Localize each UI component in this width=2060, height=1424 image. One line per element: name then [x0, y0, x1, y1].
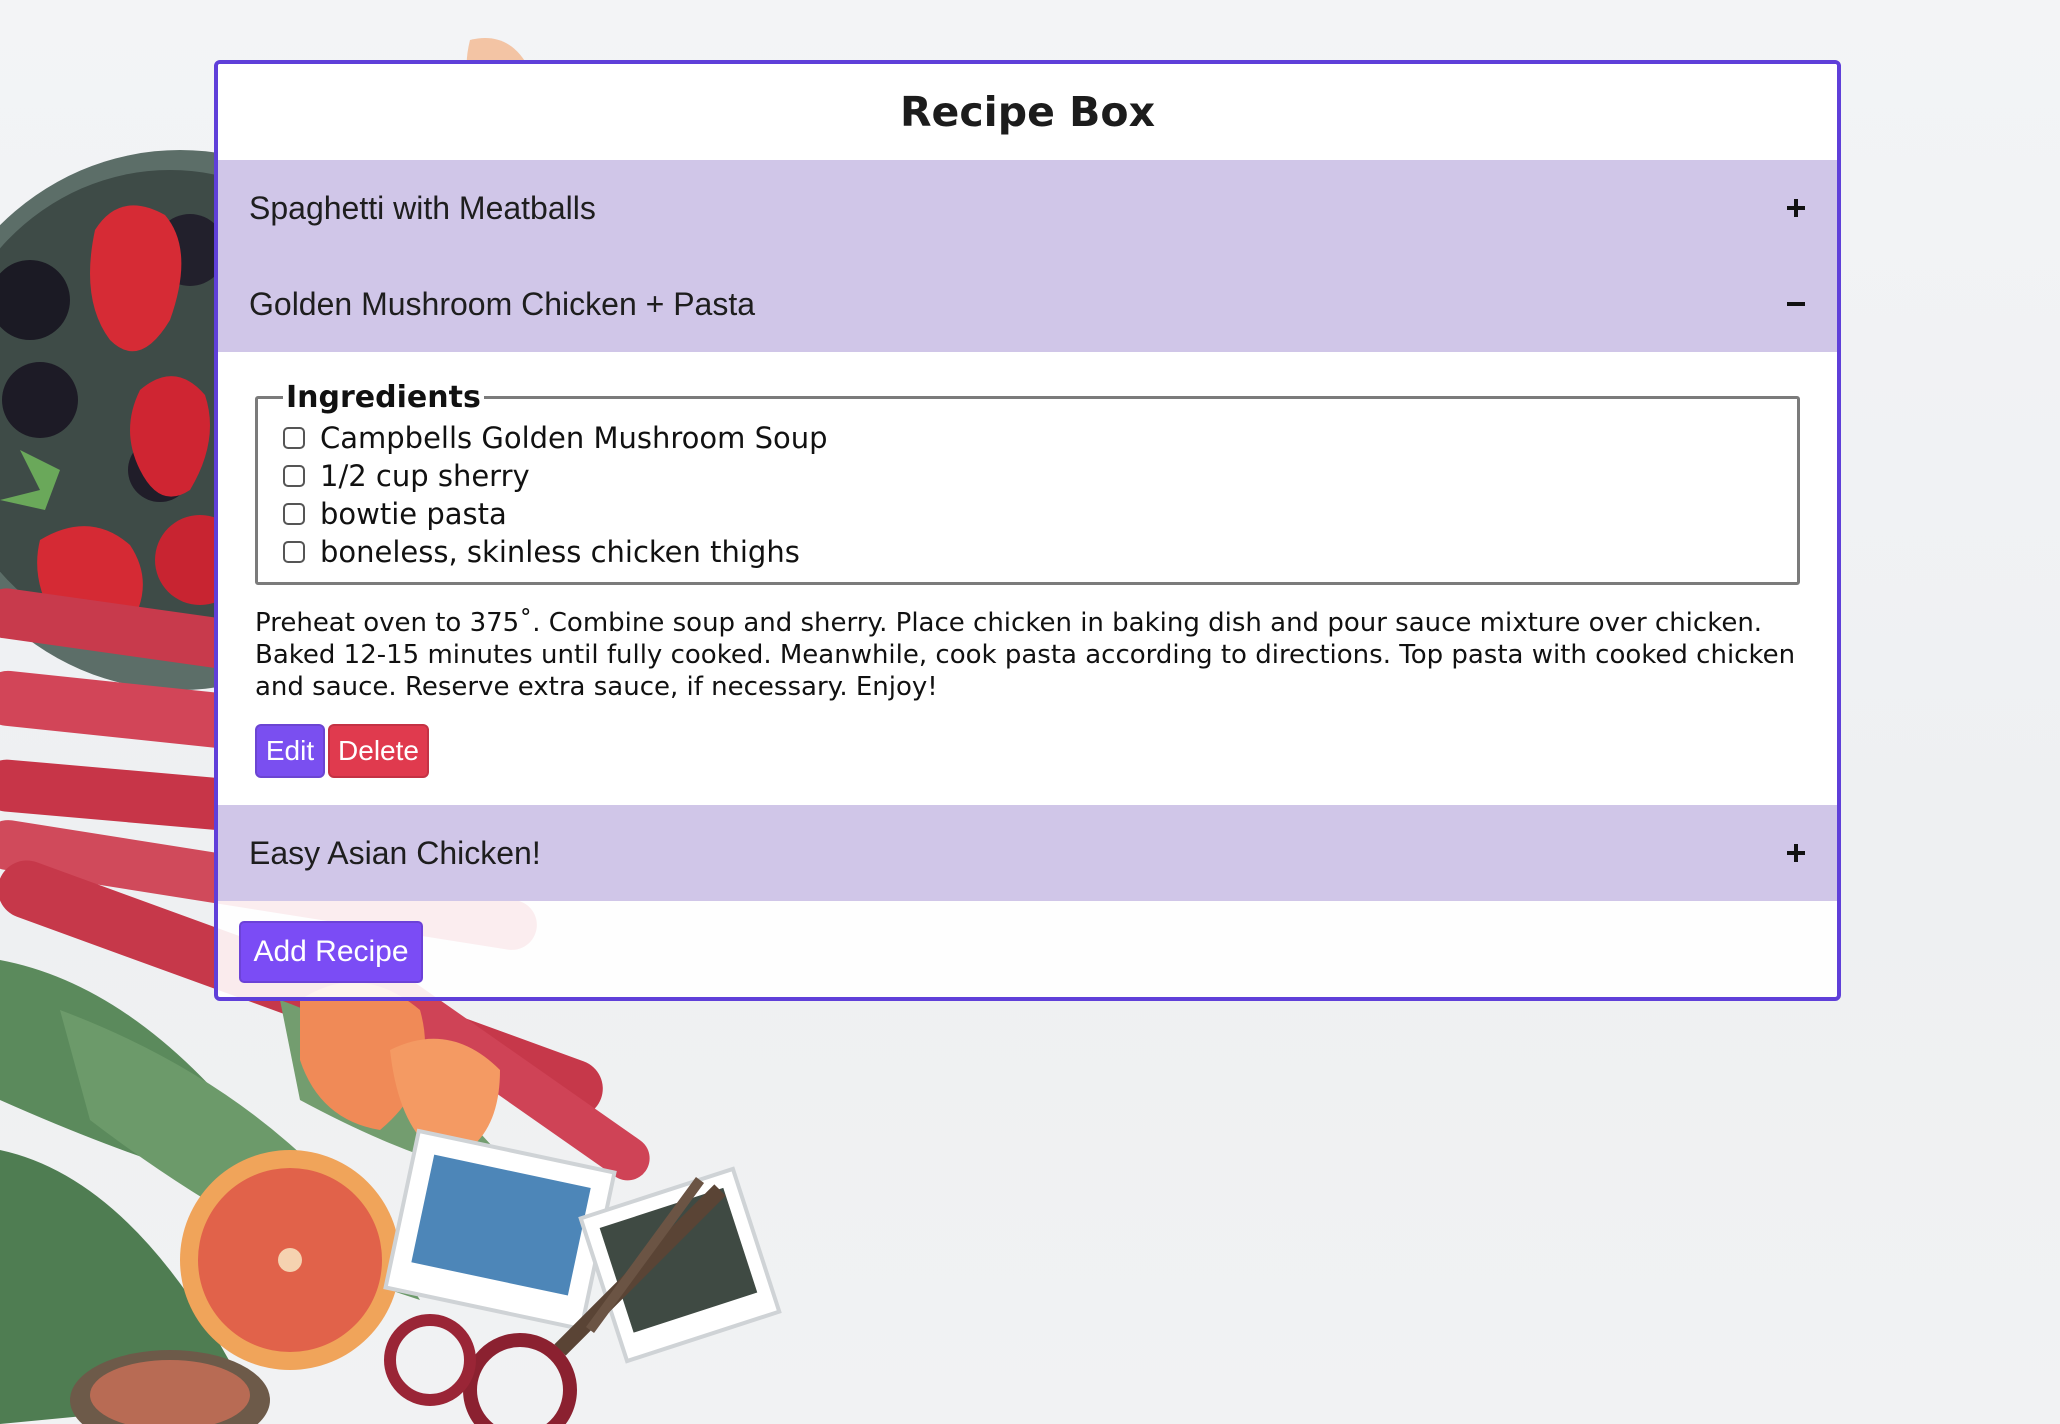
ingredient-item: Campbells Golden Mushroom Soup [283, 419, 1772, 457]
recipe-name: Easy Asian Chicken! [249, 834, 541, 871]
recipe-name: Spaghetti with Meatballs [249, 189, 596, 226]
minus-icon[interactable] [1785, 293, 1807, 315]
ingredient-item: 1/2 cup sherry [283, 457, 1772, 495]
ingredient-checkbox[interactable] [283, 465, 305, 487]
recipe-details: Ingredients Campbells Golden Mushroom So… [218, 352, 1837, 805]
recipe-instructions: Preheat oven to 375˚. Combine soup and s… [255, 608, 1796, 702]
edit-button[interactable]: Edit [255, 724, 325, 778]
delete-button[interactable]: Delete [328, 724, 429, 778]
ingredient-item: bowtie pasta [283, 495, 1772, 533]
ingredient-text: 1/2 cup sherry [320, 459, 530, 493]
recipe-header-spaghetti-with-meatballs[interactable]: Spaghetti with Meatballs [218, 160, 1837, 256]
recipe-name: Golden Mushroom Chicken + Pasta [249, 285, 756, 322]
plus-icon[interactable] [1785, 842, 1807, 864]
ingredient-checkbox[interactable] [283, 427, 305, 449]
plus-icon[interactable] [1785, 197, 1807, 219]
ingredient-text: boneless, skinless chicken thighs [320, 535, 800, 569]
add-recipe-button[interactable]: Add Recipe [239, 921, 423, 983]
ingredients-fieldset: Ingredients Campbells Golden Mushroom So… [255, 380, 1800, 585]
recipe-actions: Edit Delete [255, 724, 1800, 778]
recipe-header-golden-mushroom-chicken-pasta[interactable]: Golden Mushroom Chicken + Pasta [218, 256, 1837, 352]
ingredients-label: Ingredients [286, 380, 481, 415]
card-footer: Add Recipe [218, 901, 1837, 983]
ingredient-item: boneless, skinless chicken thighs [283, 533, 1772, 571]
recipe-header-easy-asian-chicken[interactable]: Easy Asian Chicken! [218, 805, 1837, 901]
page-title: Recipe Box [218, 64, 1837, 160]
ingredient-text: Campbells Golden Mushroom Soup [320, 421, 828, 455]
recipe-box-card: Recipe Box Spaghetti with Meatballs Gold… [214, 60, 1841, 1001]
ingredient-text: bowtie pasta [320, 497, 507, 531]
ingredient-checkbox[interactable] [283, 503, 305, 525]
ingredient-checkbox[interactable] [283, 541, 305, 563]
